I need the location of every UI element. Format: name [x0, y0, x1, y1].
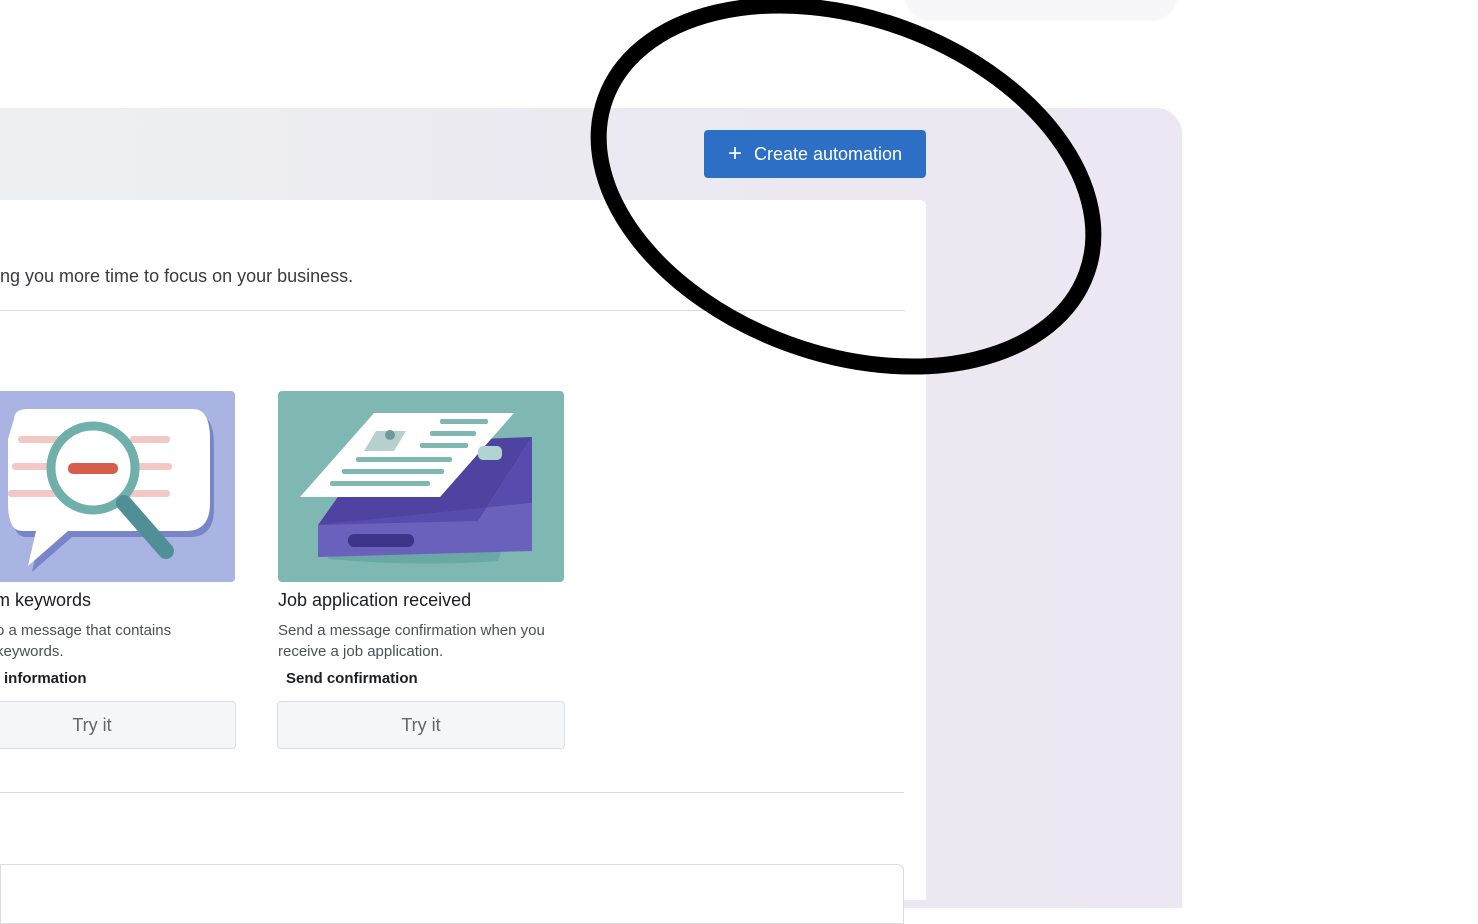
template-description: o a message that contains keywords.	[0, 622, 172, 660]
divider	[0, 310, 905, 311]
template-title: m keywords	[0, 590, 92, 610]
top-bar-pill	[905, 0, 1177, 20]
template-action: information	[4, 670, 87, 687]
section-box	[0, 864, 904, 924]
try-it-button[interactable]: Try it	[277, 701, 565, 749]
create-automation-label: Create automation	[753, 143, 903, 164]
template-action: Send confirmation	[286, 670, 418, 687]
template-description: Send a message confirmation when you rec…	[278, 622, 545, 660]
plus-icon: +	[727, 140, 742, 167]
speech-bubble-magnifier-illustration	[0, 391, 235, 582]
template-title: Job application received	[278, 590, 472, 610]
divider	[0, 792, 904, 793]
try-it-button[interactable]: Try it	[0, 701, 236, 749]
templates-card: ng you more time to focus on your busine…	[0, 200, 926, 924]
page-description: ng you more time to focus on your busine…	[0, 266, 354, 286]
create-automation-button[interactable]: + Create automation	[704, 130, 926, 178]
job-application-illustration	[278, 391, 564, 582]
